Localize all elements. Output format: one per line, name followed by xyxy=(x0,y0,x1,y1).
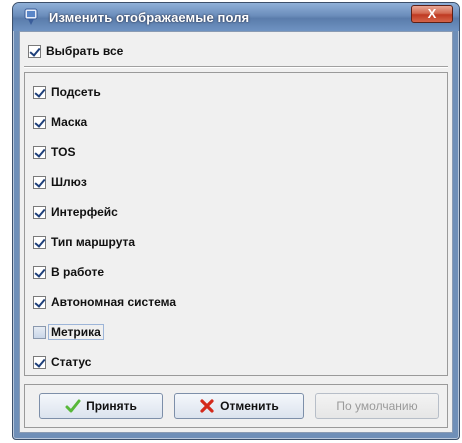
fields-panel: Подсеть Маска TOS Шлюз Интерфейс Тип мар… xyxy=(24,72,448,376)
field-checkbox[interactable]: Интерфейс xyxy=(33,202,118,222)
select-all-checkbox[interactable]: Выбрать все xyxy=(28,41,123,61)
checkbox-icon[interactable] xyxy=(33,265,46,279)
field-checkbox[interactable]: Шлюз xyxy=(33,172,87,192)
field-checkbox[interactable]: Тип маршрута xyxy=(33,232,135,252)
dialog-content: Выбрать все Подсеть Маска TOS Шлюз Интер… xyxy=(19,31,453,433)
field-checkbox[interactable]: Подсеть xyxy=(33,82,101,102)
field-checkbox[interactable]: Автономная система xyxy=(33,292,176,312)
field-checkbox[interactable]: В работе xyxy=(33,262,104,282)
field-label: Тип маршрута xyxy=(51,235,136,249)
accept-button[interactable]: Принять xyxy=(39,393,163,419)
default-button[interactable]: По умолчанию xyxy=(315,393,439,419)
field-label: Интерфейс xyxy=(51,205,118,219)
checkbox-icon[interactable] xyxy=(33,295,46,309)
close-icon: X xyxy=(427,6,437,21)
cancel-label: Отменить xyxy=(220,399,279,413)
separator xyxy=(24,66,448,68)
checkbox-icon[interactable] xyxy=(28,44,41,58)
field-checkbox[interactable]: Статус xyxy=(33,352,91,372)
field-label: Шлюз xyxy=(51,175,87,189)
checkbox-icon[interactable] xyxy=(33,205,46,219)
checkbox-icon[interactable] xyxy=(33,175,46,189)
checkbox-icon[interactable] xyxy=(33,355,46,369)
checkbox-icon[interactable] xyxy=(33,85,46,99)
checkbox-icon[interactable] xyxy=(33,145,46,159)
field-label: TOS xyxy=(51,145,76,159)
checkbox-icon[interactable] xyxy=(33,235,46,249)
accept-label: Принять xyxy=(86,399,137,413)
field-label: Статус xyxy=(51,355,92,369)
checkmark-icon xyxy=(65,399,81,413)
field-checkbox[interactable]: TOS xyxy=(33,142,75,162)
checkbox-icon[interactable] xyxy=(33,115,46,129)
field-label: Маска xyxy=(51,115,88,129)
title-bar[interactable]: Изменить отображаемые поля X xyxy=(13,3,459,31)
select-all-label: Выбрать все xyxy=(46,44,124,58)
default-label: По умолчанию xyxy=(336,399,418,413)
x-icon xyxy=(200,399,214,413)
field-label: Метрика xyxy=(48,324,104,340)
field-label: В работе xyxy=(51,265,104,279)
button-bar: Принять Отменить По умолчанию xyxy=(24,384,448,428)
field-checkbox[interactable]: Маска xyxy=(33,112,87,132)
cancel-button[interactable]: Отменить xyxy=(174,393,304,419)
close-button[interactable]: X xyxy=(411,5,453,23)
field-label: Подсеть xyxy=(51,85,101,99)
checkbox-icon[interactable] xyxy=(33,325,46,339)
field-checkbox[interactable]: Метрика xyxy=(33,322,104,342)
app-icon xyxy=(24,8,38,25)
field-label: Автономная система xyxy=(51,295,176,309)
window-title: Изменить отображаемые поля xyxy=(49,10,250,25)
dialog-window: Изменить отображаемые поля X Выбрать все… xyxy=(12,2,460,440)
